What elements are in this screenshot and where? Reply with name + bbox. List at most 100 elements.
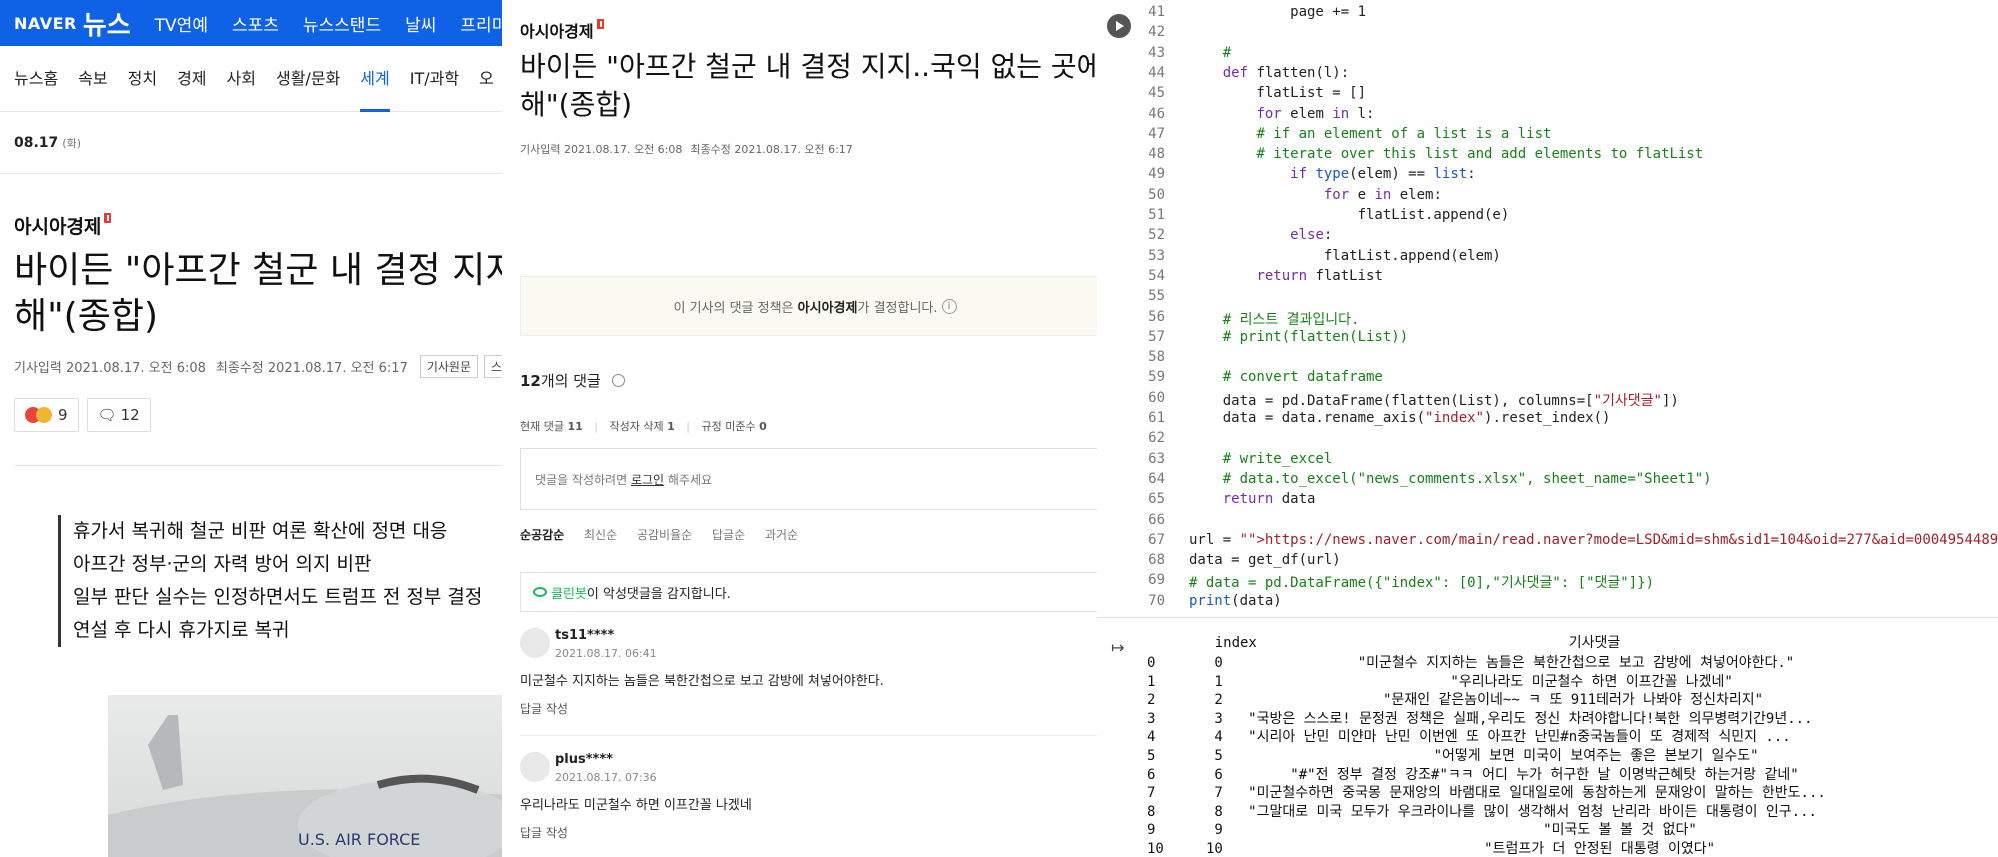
summary-line: 일부 판단 실수는 인정하면서도 트럼프 전 정부 결정 (73, 586, 483, 608)
section-world[interactable]: 세계 (360, 46, 391, 112)
line-number: 54 (1148, 267, 1165, 284)
stat-value: 1 (667, 420, 675, 433)
speech-bubble-icon: 🗨 (97, 406, 117, 424)
line-number: 49 (1148, 166, 1165, 183)
line-number: 41 (1148, 4, 1165, 20)
sort-oldest[interactable]: 과거순 (765, 528, 798, 542)
line-number: 51 (1148, 207, 1165, 223)
info-icon[interactable]: i (941, 298, 957, 314)
nav-weather[interactable]: 날씨 (405, 11, 436, 36)
line-number: 45 (1148, 85, 1165, 102)
code-line: return flatList (1256, 267, 1383, 284)
press-name-2[interactable]: 아시아경제 (520, 18, 604, 42)
reaction-count: 9 (58, 406, 68, 424)
sort-likes[interactable]: 순공감순 (520, 528, 564, 542)
date-bar: 08.17 (화) (0, 112, 502, 174)
headline-line1: 바이든 "아프간 철군 내 결정 지지..국 (14, 250, 502, 291)
line-number: 44 (1148, 64, 1165, 81)
code-line: # write_excel (1222, 450, 1333, 467)
section-it[interactable]: IT/과학 (410, 46, 459, 112)
comment-date: 2021.08.17. 07:36 (555, 771, 657, 784)
divider (14, 465, 502, 466)
summary-line: 아프간 정부·군의 자력 방어 의지 비판 (73, 553, 372, 575)
policy-press: 아시아경제 (797, 300, 858, 316)
stat-value: 0 (759, 420, 767, 433)
line-number: 50 (1148, 186, 1165, 203)
date: 08.17 (14, 134, 59, 151)
run-cell-button[interactable] (1107, 14, 1131, 38)
sort-replies[interactable]: 답글순 (712, 528, 745, 542)
code-line: data = get_df(url) (1189, 552, 1341, 569)
code-line: url = "">https://news.naver.com/main/rea… (1189, 531, 1998, 548)
code-line: data = data.rename_axis("index").reset_i… (1189, 410, 1611, 426)
line-number: 60 (1148, 389, 1165, 406)
reaction-button[interactable]: 9 (14, 398, 79, 432)
line-number: 42 (1148, 24, 1165, 41)
press-flag-icon (104, 213, 112, 223)
output-row: 2 2 "문재인 같은놈이네~~ ㅋ 또 911테러가 나봐야 정신차리지" (1147, 692, 1764, 709)
news-logo[interactable]: 뉴스 (83, 5, 131, 42)
section-home[interactable]: 뉴스홈 (14, 46, 58, 112)
colab-notebook-panel: 41 page += 1 42 43 #44 def flatten(l): 45 f… (1097, 0, 1998, 857)
comment-user[interactable]: plus**** (555, 752, 613, 767)
nav-premium[interactable]: 프리미엄 (460, 11, 502, 36)
line-number: 55 (1148, 288, 1165, 305)
sort-ratio[interactable]: 공감비율순 (637, 528, 692, 542)
headline-line2: 해"(종합) (14, 296, 159, 337)
scrap-button[interactable]: 스크랩 (484, 355, 502, 378)
cell-output: index 기사댓글 0 0 "미군철수 지지하는 놈들은 북한간첩으로 보고 … (1097, 622, 1998, 857)
nav-sports[interactable]: 스포츠 (232, 11, 279, 36)
login-link[interactable]: 로그인 (631, 471, 664, 488)
output-row: 6 6 "#"전 정부 결정 강조#"ㅋㅋ 어디 누가 허구한 날 이명박근혜탓… (1147, 766, 1799, 783)
section-more[interactable]: 오 (479, 46, 494, 112)
code-cell[interactable]: 41 page += 1 42 43 #44 def flatten(l): 45 f… (1097, 0, 1998, 618)
code-line: return data (1222, 491, 1316, 508)
line-number: 58 (1148, 349, 1165, 366)
comments-label: 개의 댓글 (540, 372, 601, 390)
original-article-button[interactable]: 기사원문 (419, 355, 479, 378)
stat-value: 11 (567, 420, 583, 433)
comment-user[interactable]: ts11**** (555, 628, 614, 643)
published-time: 기사입력 2021.08.17. 오전 6:08 (520, 143, 683, 156)
code-line: for elem in l: (1256, 105, 1375, 122)
output-row: 9 9 "미국도 볼 볼 것 없다" (1147, 822, 1697, 839)
stat-label: 규정 미준수 (701, 420, 756, 433)
nav-tv[interactable]: TV연예 (155, 11, 208, 36)
comment-policy-notice: 이 기사의 댓글 정책은 아시아경제 가 결정합니다. i (520, 276, 1097, 336)
refresh-icon[interactable] (611, 374, 625, 387)
line-number: 52 (1148, 227, 1165, 244)
reply-button[interactable]: 답글 작성 (520, 824, 568, 841)
section-society[interactable]: 사회 (227, 46, 256, 112)
section-life[interactable]: 생활/문화 (276, 46, 340, 112)
section-politics[interactable]: 정치 (128, 46, 157, 112)
output-header: index 기사댓글 (1181, 635, 1621, 651)
code-line: def flatten(l): (1222, 64, 1350, 81)
output-row: 5 5 "어떻게 보면 미국이 보여주는 좋은 본보기 일수도" (1147, 748, 1759, 764)
article-photo: U.S. AIR FORCE (108, 695, 502, 857)
comment-input[interactable]: 댓글을 작성하려면 로그인 해주세요 (520, 448, 1097, 510)
press-label-2: 아시아경제 (520, 22, 594, 41)
section-economy[interactable]: 경제 (177, 46, 206, 112)
published-time: 기사입력 2021.08.17. 오전 6:08 (14, 361, 206, 376)
article-headline: 바이든 "아프간 철군 내 결정 지지..국 해"(종합) (14, 248, 502, 340)
code-line: print(data) (1189, 592, 1282, 609)
code-line: flatList = [] (1189, 85, 1367, 102)
line-number: 63 (1148, 450, 1165, 467)
press-name[interactable]: 아시아경제 (14, 212, 112, 239)
nav-newsstand[interactable]: 뉴스스탠드 (303, 11, 381, 36)
output-row: 1 1 "우리나라도 미군철수 하면 이프간꼴 나겠네" (1147, 673, 1733, 690)
section-breaking[interactable]: 속보 (78, 46, 107, 112)
reply-button[interactable]: 답글 작성 (520, 700, 568, 717)
sort-latest[interactable]: 최신순 (584, 528, 617, 542)
code-line: if type(elem) == list: (1290, 166, 1476, 183)
summary-line: 휴가서 복귀해 철군 비판 여론 확산에 정면 대응 (73, 520, 448, 542)
avatar (520, 628, 550, 658)
output-row: 4 4 "시리아 난민 미얀마 난민 이번엔 또 아프칸 난민#n중국놈들이 또… (1147, 729, 1791, 746)
comment-button[interactable]: 🗨 12 (86, 398, 151, 432)
line-number: 47 (1148, 125, 1165, 142)
line-number: 66 (1148, 511, 1165, 528)
cleanbot-icon (533, 587, 547, 597)
naver-logo[interactable]: NAVER (14, 14, 77, 33)
line-number: 70 (1148, 592, 1165, 609)
line-number: 61 (1148, 410, 1165, 426)
